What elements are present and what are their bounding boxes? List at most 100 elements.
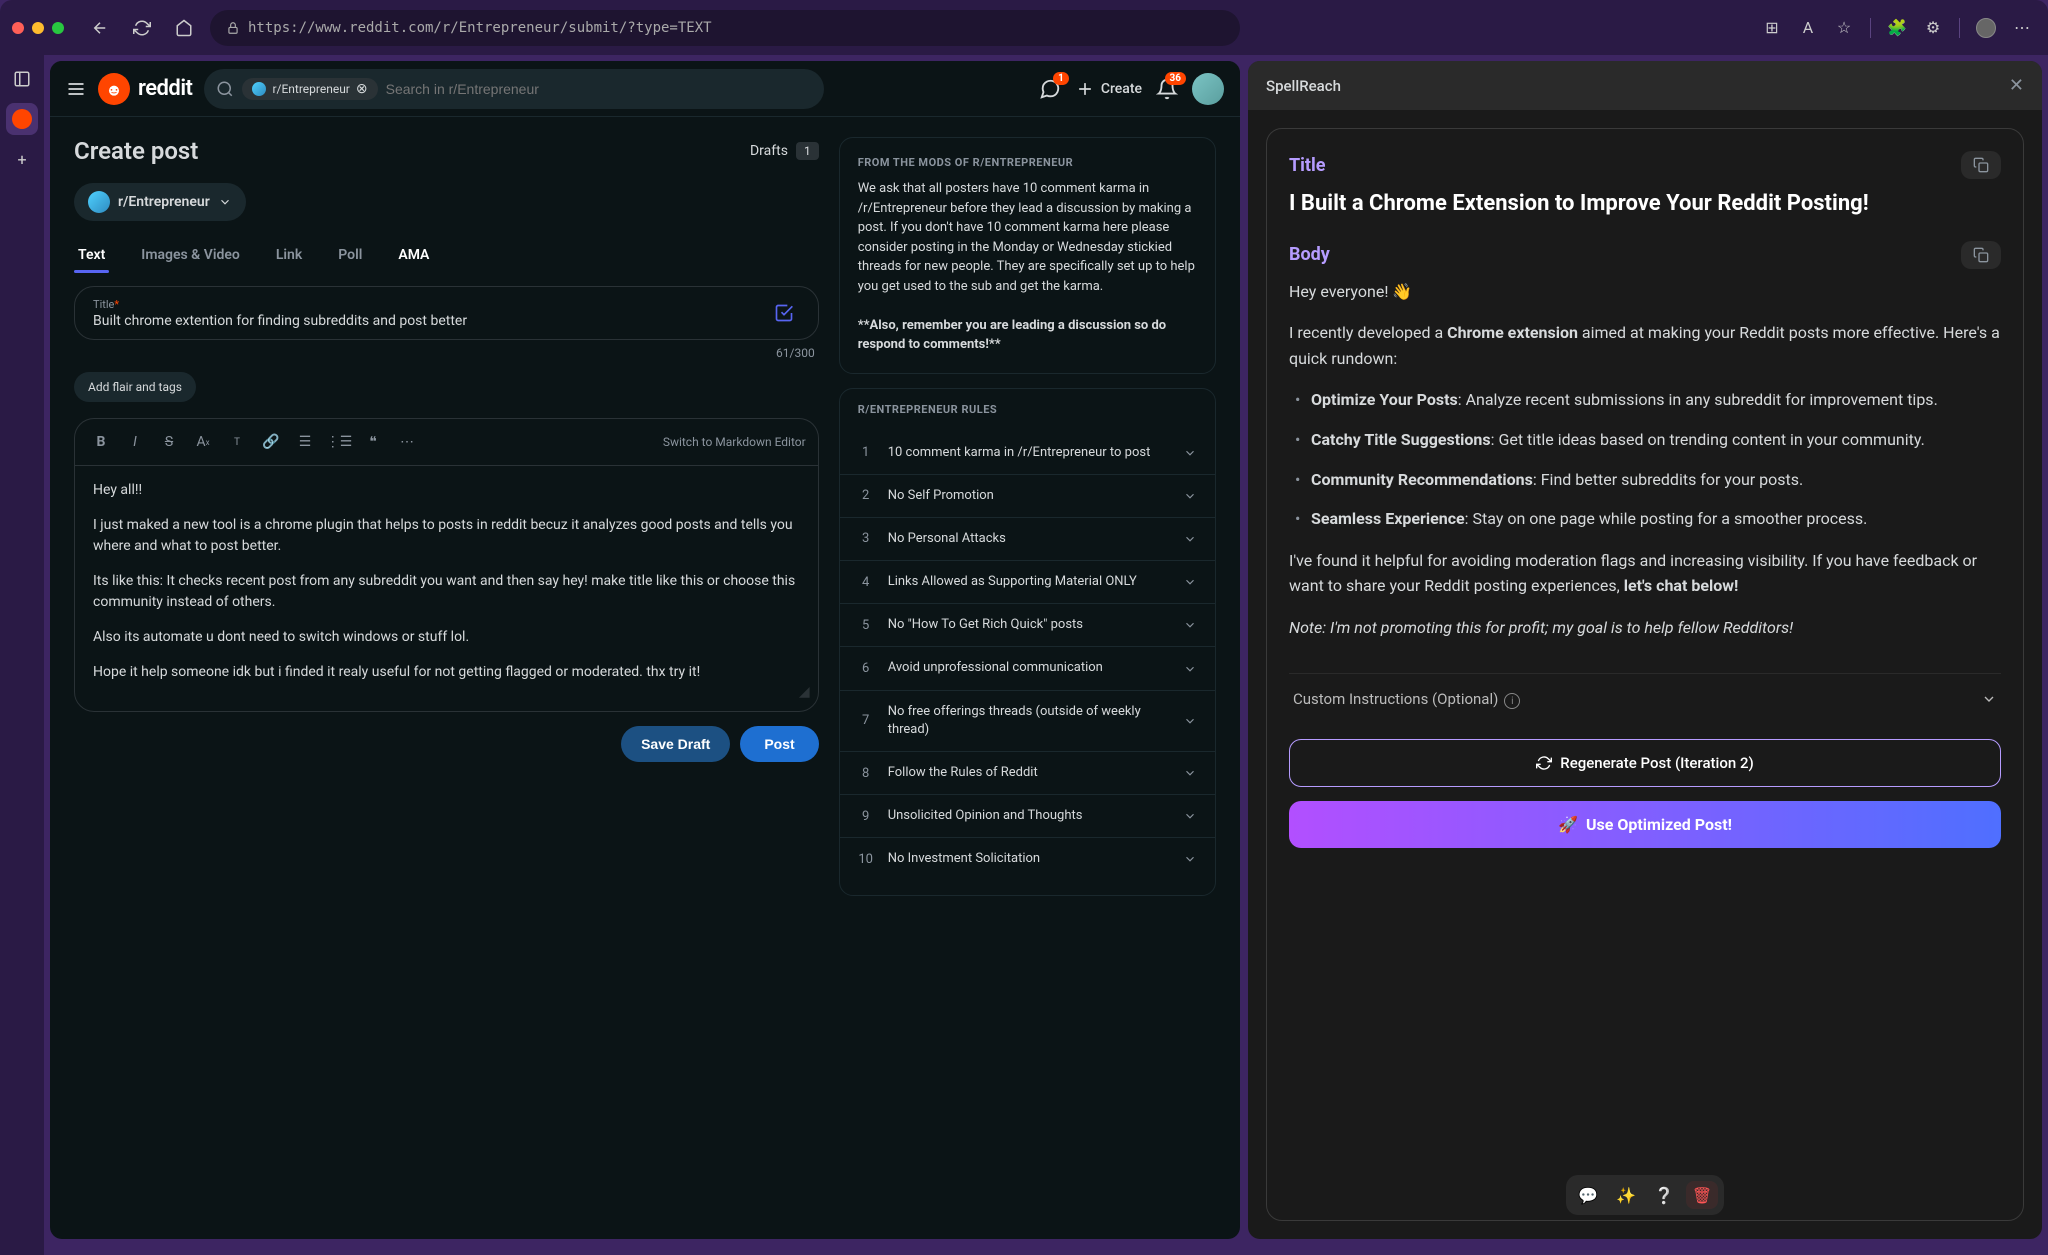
rule-item[interactable]: 9Unsolicited Opinion and Thoughts <box>840 795 1215 838</box>
search-input[interactable] <box>386 81 813 97</box>
rule-item[interactable]: 4Links Allowed as Supporting Material ON… <box>840 561 1215 604</box>
maximize-window[interactable] <box>52 22 64 34</box>
copy-title-button[interactable] <box>1961 151 2001 179</box>
create-button[interactable]: Create <box>1075 79 1142 99</box>
spellreach-panel: SpellReach ✕ Title I Built a Chrome Exte… <box>1248 61 2042 1239</box>
rules-list: R/ENTREPRENEUR RULES 110 comment karma i… <box>839 388 1216 896</box>
bold-button[interactable]: B <box>87 429 115 455</box>
regenerate-button[interactable]: Regenerate Post (Iteration 2) <box>1289 739 2001 787</box>
link-button[interactable]: 🔗 <box>257 429 285 455</box>
title-value: Built chrome extention for finding subre… <box>93 313 768 329</box>
window-controls <box>12 22 64 34</box>
quote-button[interactable]: ❝ <box>359 429 387 455</box>
custom-instructions-toggle[interactable]: Custom Instructions (Optional)i <box>1289 673 2001 726</box>
search-icon <box>216 80 234 98</box>
lock-icon <box>226 21 240 35</box>
number-list-button[interactable]: ⋮☰ <box>325 429 353 455</box>
superscript-button[interactable]: Ax <box>189 429 217 455</box>
refresh-icon <box>1536 755 1552 771</box>
drafts-link[interactable]: Drafts 1 <box>750 142 819 160</box>
sidebar: FROM THE MODS OF R/ENTREPRENEUR We ask t… <box>839 137 1216 1219</box>
url-text: https://www.reddit.com/r/Entrepreneur/su… <box>248 20 712 36</box>
browser-sidebar: + <box>0 55 44 1255</box>
chevron-down-icon <box>1183 489 1197 503</box>
more-button[interactable]: ⋯ <box>393 429 421 455</box>
heading-button[interactable]: T <box>223 429 251 455</box>
delete-icon[interactable]: 🗑 <box>1686 1181 1718 1209</box>
rule-item[interactable]: 3No Personal Attacks <box>840 518 1215 561</box>
close-panel-button[interactable]: ✕ <box>2009 75 2024 96</box>
plus-icon <box>1075 79 1095 99</box>
profile-icon[interactable] <box>1972 14 2000 42</box>
chevron-down-icon <box>1183 766 1197 780</box>
notifications-button[interactable]: 36 <box>1156 78 1178 100</box>
title-ai-suggestion-icon[interactable] <box>768 297 800 329</box>
title-field[interactable]: Title* Built chrome extention for findin… <box>74 286 819 340</box>
text-size-icon[interactable]: A <box>1794 14 1822 42</box>
search-bar[interactable]: r/Entrepreneur ⊗ <box>204 69 824 109</box>
tab-images[interactable]: Images & Video <box>137 239 244 271</box>
reddit-header: reddit r/Entrepreneur ⊗ 1 Create <box>50 61 1240 117</box>
chevron-down-icon <box>1183 714 1197 728</box>
post-body-editor[interactable]: Hey all!! I just maked a new tool is a c… <box>74 465 819 712</box>
tab-text[interactable]: Text <box>74 239 109 271</box>
menu-icon[interactable]: ⋯ <box>2008 14 2036 42</box>
rule-item[interactable]: 110 comment karma in /r/Entrepreneur to … <box>840 432 1215 475</box>
tab-link[interactable]: Link <box>272 239 306 271</box>
help-icon[interactable]: ❔ <box>1648 1181 1680 1209</box>
markdown-switch[interactable]: Switch to Markdown Editor <box>663 435 806 449</box>
italic-button[interactable]: I <box>121 429 149 455</box>
extension-icon-1[interactable]: 🧩 <box>1883 14 1911 42</box>
comment-icon[interactable]: 💬 <box>1572 1181 1604 1209</box>
back-button[interactable] <box>84 12 116 44</box>
use-optimized-button[interactable]: 🚀 Use Optimized Post! <box>1289 801 2001 848</box>
chevron-down-icon <box>1183 809 1197 823</box>
mods-message: FROM THE MODS OF R/ENTREPRENEUR We ask t… <box>839 137 1216 374</box>
strikethrough-button[interactable]: S <box>155 429 183 455</box>
extension-icon-2[interactable]: ⚙ <box>1919 14 1947 42</box>
close-window[interactable] <box>12 22 24 34</box>
sr-title-label: Title <box>1289 155 1326 176</box>
new-tab[interactable]: + <box>6 143 38 175</box>
rule-item[interactable]: 2No Self Promotion <box>840 475 1215 518</box>
rule-item[interactable]: 8Follow the Rules of Reddit <box>840 752 1215 795</box>
reload-button[interactable] <box>126 12 158 44</box>
chevron-down-icon <box>1981 691 1997 707</box>
create-post-form: Create post Drafts 1 r/Entrepreneur Text… <box>74 137 819 1219</box>
hamburger-menu[interactable] <box>66 79 86 99</box>
chevron-down-icon <box>1183 852 1197 866</box>
add-flair-button[interactable]: Add flair and tags <box>74 372 196 402</box>
rule-item[interactable]: 10No Investment Solicitation <box>840 838 1215 880</box>
chat-button[interactable]: 1 <box>1039 78 1061 100</box>
address-bar[interactable]: https://www.reddit.com/r/Entrepreneur/su… <box>210 10 1240 46</box>
spellreach-header: SpellReach ✕ <box>1248 61 2042 110</box>
remove-chip-icon[interactable]: ⊗ <box>356 81 368 97</box>
grid-icon[interactable]: ⊞ <box>1758 14 1786 42</box>
reddit-page: reddit r/Entrepreneur ⊗ 1 Create <box>50 61 1240 1239</box>
rule-item[interactable]: 5No "How To Get Rich Quick" posts <box>840 604 1215 647</box>
sparkle-icon[interactable]: ✨ <box>1610 1181 1642 1209</box>
chevron-down-icon <box>1183 618 1197 632</box>
sidebar-toggle[interactable] <box>6 63 38 95</box>
copy-body-button[interactable] <box>1961 241 2001 269</box>
chevron-down-icon <box>218 195 232 209</box>
tab-reddit[interactable] <box>6 103 38 135</box>
minimize-window[interactable] <box>32 22 44 34</box>
tab-poll[interactable]: Poll <box>334 239 366 271</box>
post-type-tabs: Text Images & Video Link Poll AMA <box>74 239 819 272</box>
reddit-logo[interactable]: reddit <box>98 73 192 105</box>
save-draft-button[interactable]: Save Draft <box>621 726 730 762</box>
bookmark-icon[interactable]: ☆ <box>1830 14 1858 42</box>
community-selector[interactable]: r/Entrepreneur <box>74 183 246 221</box>
user-avatar[interactable] <box>1192 73 1224 105</box>
bullet-list-button[interactable]: ☰ <box>291 429 319 455</box>
chevron-down-icon <box>1183 662 1197 676</box>
tab-ama[interactable]: AMA <box>394 239 433 271</box>
home-button[interactable] <box>168 12 200 44</box>
rule-item[interactable]: 6Avoid unprofessional communication <box>840 647 1215 690</box>
rule-item[interactable]: 7No free offerings threads (outside of w… <box>840 691 1215 752</box>
search-filter-chip[interactable]: r/Entrepreneur ⊗ <box>242 78 377 100</box>
sr-body-label: Body <box>1289 244 1330 265</box>
resize-handle-icon[interactable]: ◢ <box>799 682 810 703</box>
post-button[interactable]: Post <box>740 726 818 762</box>
